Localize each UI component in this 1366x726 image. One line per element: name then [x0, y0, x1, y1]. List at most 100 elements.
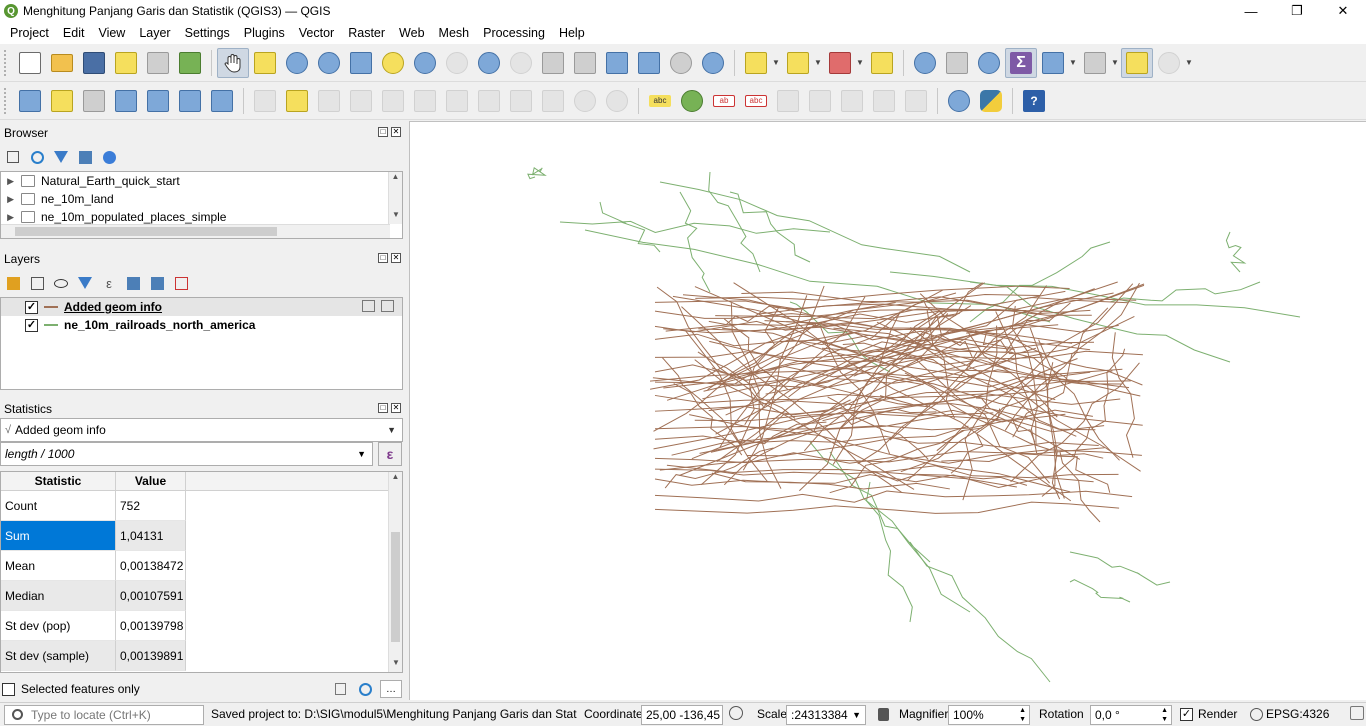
layer-item-railroads[interactable]: ✓ ne_10m_railroads_north_america: [1, 316, 402, 334]
close-panel-icon[interactable]: ✕: [391, 403, 401, 413]
new-project-button[interactable]: [14, 48, 46, 78]
chevron-down-icon[interactable]: ▼: [772, 58, 782, 67]
menu-view[interactable]: View: [91, 26, 132, 40]
selected-only-checkbox[interactable]: [2, 682, 15, 696]
crs-button[interactable]: EPSG:4326: [1266, 707, 1329, 721]
temporal-controller-button[interactable]: [665, 48, 697, 78]
spin-arrows-icon[interactable]: ▲ ▼: [1161, 706, 1168, 724]
undo-button[interactable]: [569, 86, 601, 116]
new-temp-layer-button[interactable]: [142, 86, 174, 116]
float-panel-icon[interactable]: □: [378, 403, 388, 413]
locator-search-input[interactable]: Type to locate (Ctrl+K): [4, 705, 204, 725]
scroll-thumb[interactable]: [391, 532, 400, 642]
new-mesh-layer-button[interactable]: [206, 86, 238, 116]
remove-layer-button[interactable]: [172, 274, 190, 292]
close-panel-icon[interactable]: ✕: [391, 127, 401, 137]
plugin-settings-button[interactable]: [1153, 48, 1185, 78]
scroll-down-icon[interactable]: ▼: [389, 210, 403, 224]
copy-features-button[interactable]: [505, 86, 537, 116]
close-panel-icon[interactable]: ✕: [391, 253, 401, 263]
pan-to-selection-button[interactable]: [249, 48, 281, 78]
delete-selected-button[interactable]: [441, 86, 473, 116]
scroll-down-icon[interactable]: ▼: [389, 658, 402, 672]
table-row[interactable]: Sum 1,04131: [1, 521, 402, 551]
toggle-editing-button[interactable]: [281, 86, 313, 116]
table-row[interactable]: Median 0,00107591: [1, 581, 402, 611]
magnifier-field[interactable]: 100% ▲ ▼: [948, 705, 1030, 725]
render-checkbox[interactable]: ✓: [1180, 708, 1193, 721]
menu-vector[interactable]: Vector: [292, 26, 341, 40]
statistics-layer-select[interactable]: √ Added geom info ▼: [0, 418, 403, 442]
python-console-button[interactable]: [975, 86, 1007, 116]
open-attribute-table-button[interactable]: [941, 48, 973, 78]
chevron-right-icon[interactable]: ▶: [1, 176, 21, 187]
layout-manager-button[interactable]: [142, 48, 174, 78]
processing-toolbox-button[interactable]: [973, 48, 1005, 78]
new-3d-map-view-button[interactable]: [569, 48, 601, 78]
zoom-last-button[interactable]: [473, 48, 505, 78]
toolbar-grip[interactable]: [4, 87, 10, 114]
new-spatialite-button[interactable]: [110, 86, 142, 116]
paste-features-button[interactable]: [537, 86, 569, 116]
menu-web[interactable]: Web: [392, 26, 431, 40]
float-panel-icon[interactable]: □: [378, 253, 388, 263]
chevron-down-icon[interactable]: ▼: [1069, 58, 1079, 67]
chevron-down-icon[interactable]: ▼: [1111, 58, 1121, 67]
modify-attributes-button[interactable]: [409, 86, 441, 116]
add-feature-button[interactable]: [345, 86, 377, 116]
change-label-button[interactable]: [836, 86, 868, 116]
menu-plugins[interactable]: Plugins: [237, 26, 292, 40]
show-label-button[interactable]: [868, 86, 900, 116]
browser-item[interactable]: ▶ Natural_Earth_quick_start: [1, 172, 402, 190]
statistics-field-expression[interactable]: length / 1000 ▼: [0, 442, 373, 466]
close-button[interactable]: ✕: [1320, 0, 1366, 22]
zoom-full-button[interactable]: [345, 48, 377, 78]
chevron-down-icon[interactable]: ▼: [856, 58, 866, 67]
measure-line-button[interactable]: [1079, 48, 1111, 78]
save-project-button[interactable]: [78, 48, 110, 78]
collapse-all-button[interactable]: [76, 148, 94, 166]
scroll-up-icon[interactable]: ▲: [389, 172, 402, 186]
add-vector-layer-button[interactable]: [14, 86, 46, 116]
table-row[interactable]: St dev (sample) 0,00139891: [1, 641, 402, 671]
new-geopackage-button[interactable]: [46, 86, 78, 116]
refresh-button[interactable]: [697, 48, 729, 78]
deselect-features-button[interactable]: [824, 48, 856, 78]
menu-processing[interactable]: Processing: [476, 26, 552, 40]
new-map-view-button[interactable]: [537, 48, 569, 78]
table-row[interactable]: Mean 0,00138472: [1, 551, 402, 581]
messages-icon[interactable]: [1350, 706, 1364, 720]
minimize-button[interactable]: —: [1228, 0, 1274, 22]
vertex-tool-button[interactable]: [377, 86, 409, 116]
expression-builder-button[interactable]: ε: [378, 442, 402, 466]
style-manager-button[interactable]: [174, 48, 206, 78]
new-bookmark-button[interactable]: [601, 48, 633, 78]
label-properties-button[interactable]: [900, 86, 932, 116]
browser-vscrollbar[interactable]: ▲ ▼: [388, 172, 402, 224]
scroll-up-icon[interactable]: ▲: [389, 472, 402, 486]
copy-statistics-button[interactable]: [330, 680, 350, 698]
filter-legend-button[interactable]: [76, 274, 94, 292]
chevron-down-icon[interactable]: ▼: [814, 58, 824, 67]
select-features-button[interactable]: [740, 48, 772, 78]
maximize-button[interactable]: ❐: [1274, 0, 1320, 22]
lock-icon[interactable]: [878, 708, 889, 721]
new-virtual-layer-button[interactable]: [174, 86, 206, 116]
layer-item-added-geom-info[interactable]: ✓ Added geom info: [1, 298, 402, 316]
menu-help[interactable]: Help: [552, 26, 592, 40]
filter-browser-button[interactable]: [52, 148, 70, 166]
save-edits-button[interactable]: [313, 86, 345, 116]
browser-hscrollbar[interactable]: [1, 224, 390, 238]
chevron-down-icon[interactable]: ▼: [852, 706, 861, 724]
menu-project[interactable]: Project: [3, 26, 56, 40]
zoom-to-layer-button[interactable]: [409, 48, 441, 78]
table-row[interactable]: Count 752: [1, 491, 402, 521]
enable-properties-button[interactable]: [100, 148, 118, 166]
zoom-to-selection-button[interactable]: [377, 48, 409, 78]
redo-button[interactable]: [601, 86, 633, 116]
layer-diagram-button[interactable]: [676, 86, 708, 116]
expand-all-button[interactable]: [124, 274, 142, 292]
coordinate-field[interactable]: 25,00 -136,45: [641, 705, 723, 725]
float-panel-icon[interactable]: □: [378, 127, 388, 137]
new-print-layout-button[interactable]: [110, 48, 142, 78]
